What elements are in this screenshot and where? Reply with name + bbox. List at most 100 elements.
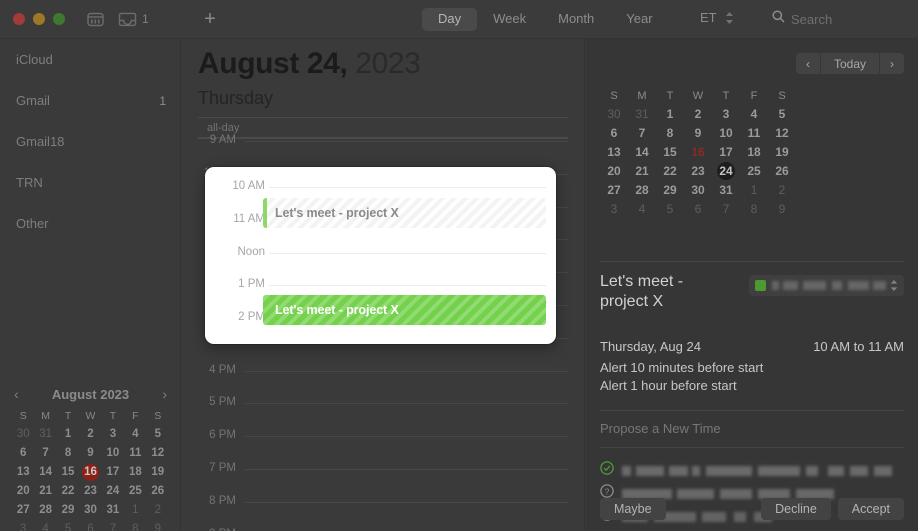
sidebar-item-gmail18[interactable]: Gmail18 [0, 121, 180, 162]
hour-row[interactable]: 6 PM [181, 429, 584, 469]
panel-calendar-day[interactable]: 27 [600, 181, 628, 199]
tab-month[interactable]: Month [542, 8, 610, 31]
propose-new-time-link[interactable]: Propose a New Time [600, 421, 721, 436]
panel-calendar-day[interactable]: 3 [600, 200, 628, 218]
close-button[interactable] [13, 13, 25, 25]
mini-calendar-day[interactable]: 5 [147, 426, 169, 443]
mini-calendar-day[interactable]: 1 [124, 502, 146, 519]
chevron-up-down-icon[interactable] [890, 279, 898, 292]
mini-calendar-day[interactable]: 4 [124, 426, 146, 443]
calendar-event-tentative[interactable]: Let's meet - project X [263, 198, 546, 228]
mini-calendar-day[interactable]: 14 [34, 464, 56, 481]
event-alert-1[interactable]: Alert 10 minutes before start [600, 360, 763, 375]
panel-calendar-day[interactable]: 31 [628, 105, 656, 123]
chevron-right-icon[interactable]: › [162, 387, 167, 401]
panel-calendar-day[interactable]: 2 [684, 105, 712, 123]
mini-calendar-day[interactable]: 7 [34, 445, 56, 462]
calendar-sidebar-icon[interactable] [87, 12, 104, 27]
mini-calendar-day[interactable]: 17 [102, 464, 124, 481]
mini-calendar-day[interactable]: 3 [102, 426, 124, 443]
panel-calendar-day[interactable]: 22 [656, 162, 684, 180]
previous-day-button[interactable]: ‹ [795, 53, 820, 74]
hour-row[interactable]: 7 PM [181, 462, 584, 502]
mini-calendar-day[interactable]: 7 [102, 521, 124, 531]
mini-calendar-day[interactable]: 28 [34, 502, 56, 519]
list-item[interactable] [600, 459, 904, 482]
panel-calendar-day[interactable]: 3 [712, 105, 740, 123]
panel-calendar-day[interactable]: 4 [628, 200, 656, 218]
mini-calendar-day[interactable]: 1 [57, 426, 79, 443]
panel-calendar-day[interactable]: 19 [768, 143, 796, 161]
sidebar-item-other[interactable]: Other [0, 203, 180, 244]
panel-calendar-day[interactable]: 9 [768, 200, 796, 218]
event-alert-2[interactable]: Alert 1 hour before start [600, 378, 737, 393]
panel-calendar-day[interactable]: 21 [628, 162, 656, 180]
mini-calendar-day[interactable]: 30 [79, 502, 101, 519]
mini-calendar-day[interactable]: 31 [34, 426, 56, 443]
panel-calendar-day[interactable]: 1 [740, 181, 768, 199]
panel-calendar-day-selected[interactable]: 24 [712, 162, 740, 180]
new-event-button[interactable]: + [200, 9, 220, 29]
inbox-button[interactable]: 1 [118, 12, 149, 27]
mini-calendar-day[interactable]: 15 [57, 464, 79, 481]
mini-calendar-day[interactable]: 29 [57, 502, 79, 519]
mini-calendar-day[interactable]: 21 [34, 483, 56, 500]
search-field[interactable]: Search [772, 10, 832, 28]
mini-calendar-day[interactable]: 9 [147, 521, 169, 531]
mini-calendar-day[interactable]: 2 [79, 426, 101, 443]
all-day-row[interactable]: all-day [198, 117, 568, 139]
mini-calendar-day[interactable]: 18 [124, 464, 146, 481]
calendar-picker-dropdown[interactable] [749, 275, 904, 296]
panel-calendar-day[interactable]: 12 [768, 124, 796, 142]
mini-calendar-day[interactable]: 24 [102, 483, 124, 500]
mini-calendar-day-today[interactable]: 16 [79, 464, 101, 481]
sidebar-item-icloud[interactable]: iCloud [0, 39, 180, 80]
calendar-event-accepted[interactable]: Let's meet - project X [263, 295, 546, 325]
decline-button[interactable]: Decline [761, 498, 831, 520]
panel-calendar-day[interactable]: 9 [684, 124, 712, 142]
timezone-selector[interactable]: ET [700, 10, 734, 25]
panel-calendar-day[interactable]: 1 [656, 105, 684, 123]
panel-calendar-day[interactable]: 8 [656, 124, 684, 142]
panel-calendar-day[interactable]: 6 [600, 124, 628, 142]
mini-calendar-day[interactable]: 25 [124, 483, 146, 500]
mini-calendar-day[interactable]: 20 [12, 483, 34, 500]
chevron-left-icon[interactable]: ‹ [14, 387, 19, 401]
panel-calendar-day[interactable]: 29 [656, 181, 684, 199]
panel-calendar-day[interactable]: 30 [684, 181, 712, 199]
mini-calendar-day[interactable]: 9 [79, 445, 101, 462]
next-day-button[interactable]: › [880, 53, 904, 74]
panel-calendar-day[interactable]: 8 [740, 200, 768, 218]
sidebar-item-gmail[interactable]: Gmail 1 [0, 80, 180, 121]
panel-calendar-day[interactable]: 18 [740, 143, 768, 161]
panel-calendar-day[interactable]: 5 [656, 200, 684, 218]
mini-calendar-day[interactable]: 11 [124, 445, 146, 462]
maybe-button[interactable]: Maybe [600, 498, 666, 520]
hour-row[interactable]: 4 PM [181, 364, 584, 404]
panel-calendar-day[interactable]: 14 [628, 143, 656, 161]
tab-week[interactable]: Week [477, 8, 542, 31]
panel-calendar-day[interactable]: 20 [600, 162, 628, 180]
mini-calendar-day[interactable]: 5 [57, 521, 79, 531]
sidebar-item-trn[interactable]: TRN [0, 162, 180, 203]
panel-calendar-day[interactable]: 31 [712, 181, 740, 199]
panel-calendar-day[interactable]: 7 [712, 200, 740, 218]
panel-calendar-day[interactable]: 30 [600, 105, 628, 123]
chevron-up-down-icon[interactable] [725, 11, 734, 25]
mini-calendar-day[interactable]: 12 [147, 445, 169, 462]
mini-calendar-day[interactable]: 13 [12, 464, 34, 481]
mini-calendar-day[interactable]: 4 [34, 521, 56, 531]
panel-calendar-day[interactable]: 7 [628, 124, 656, 142]
panel-calendar-day[interactable]: 15 [656, 143, 684, 161]
hour-row[interactable]: 5 PM [181, 396, 584, 436]
mini-calendar-day[interactable]: 27 [12, 502, 34, 519]
panel-calendar-day[interactable]: 11 [740, 124, 768, 142]
mini-calendar-day[interactable]: 19 [147, 464, 169, 481]
panel-calendar-day[interactable]: 4 [740, 105, 768, 123]
panel-calendar-day[interactable]: 23 [684, 162, 712, 180]
mini-calendar-day[interactable]: 10 [102, 445, 124, 462]
panel-calendar-day[interactable]: 10 [712, 124, 740, 142]
mini-calendar-day[interactable]: 6 [79, 521, 101, 531]
mini-calendar-day[interactable]: 8 [124, 521, 146, 531]
tab-day[interactable]: Day [422, 8, 478, 31]
